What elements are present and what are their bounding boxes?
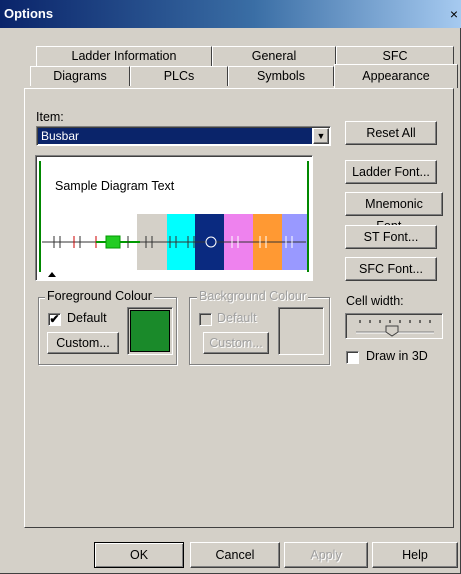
- ladder-font-button[interactable]: Ladder Font...: [345, 160, 437, 184]
- st-font-button[interactable]: ST Font...: [345, 225, 437, 249]
- close-icon[interactable]: ×: [447, 6, 461, 22]
- foreground-colour-swatch: [127, 307, 173, 355]
- background-custom-button: Custom...: [203, 332, 269, 354]
- item-select[interactable]: Busbar ▼: [36, 126, 331, 146]
- background-colour-swatch: [278, 307, 324, 355]
- tab-ladder-information[interactable]: Ladder Information: [36, 46, 212, 66]
- slider-thumb[interactable]: [385, 325, 399, 337]
- ladder-preview-graphic: [39, 161, 309, 277]
- appearance-panel: Item: Busbar ▼ Sample Diagram Text Reset…: [24, 88, 454, 528]
- tab-symbols[interactable]: Symbols: [228, 66, 334, 86]
- ok-button[interactable]: OK: [94, 542, 184, 568]
- draw-in-3d-label: Draw in 3D: [366, 349, 428, 363]
- diagram-preview: Sample Diagram Text: [35, 155, 313, 281]
- item-label: Item:: [36, 110, 64, 124]
- tab-diagrams[interactable]: Diagrams: [30, 66, 130, 86]
- sfc-font-button[interactable]: SFC Font...: [345, 257, 437, 281]
- chevron-down-icon[interactable]: ▼: [313, 128, 329, 144]
- background-default-label: Default: [217, 311, 257, 325]
- tab-appearance[interactable]: Appearance: [334, 64, 458, 88]
- dialog-title: Options: [4, 6, 54, 21]
- background-default-checkbox: [199, 313, 212, 326]
- cursor-marker: [48, 272, 56, 277]
- foreground-swatch-fill: [130, 310, 170, 352]
- tab-plcs[interactable]: PLCs: [130, 66, 228, 86]
- slider-ticks: [359, 320, 431, 323]
- slider-track: [356, 320, 434, 337]
- sample-diagram-text: Sample Diagram Text: [55, 179, 175, 193]
- cell-width-label: Cell width:: [346, 294, 404, 308]
- foreground-custom-button[interactable]: Custom...: [47, 332, 119, 354]
- item-select-value: Busbar: [38, 128, 312, 144]
- tab-general[interactable]: General: [212, 46, 336, 66]
- cell-width-slider[interactable]: [345, 313, 443, 339]
- background-colour-title: Background Colour: [197, 289, 309, 303]
- mnemonic-font-button[interactable]: Mnemonic Font...: [345, 192, 443, 233]
- checkmark-icon: ✔: [49, 312, 60, 326]
- foreground-colour-title: Foreground Colour: [45, 289, 154, 303]
- foreground-default-label: Default: [67, 311, 107, 325]
- help-button[interactable]: Help: [372, 542, 458, 568]
- cancel-button[interactable]: Cancel: [190, 542, 280, 568]
- apply-button: Apply: [284, 542, 368, 568]
- title-bar: Options ×: [0, 0, 461, 28]
- options-dialog: Options × Ladder Information General SFC…: [0, 0, 461, 574]
- reset-all-button[interactable]: Reset All: [345, 121, 437, 145]
- tab-sfc[interactable]: SFC: [336, 46, 454, 66]
- draw-in-3d-checkbox[interactable]: [346, 351, 359, 364]
- foreground-default-checkbox[interactable]: ✔: [48, 313, 61, 326]
